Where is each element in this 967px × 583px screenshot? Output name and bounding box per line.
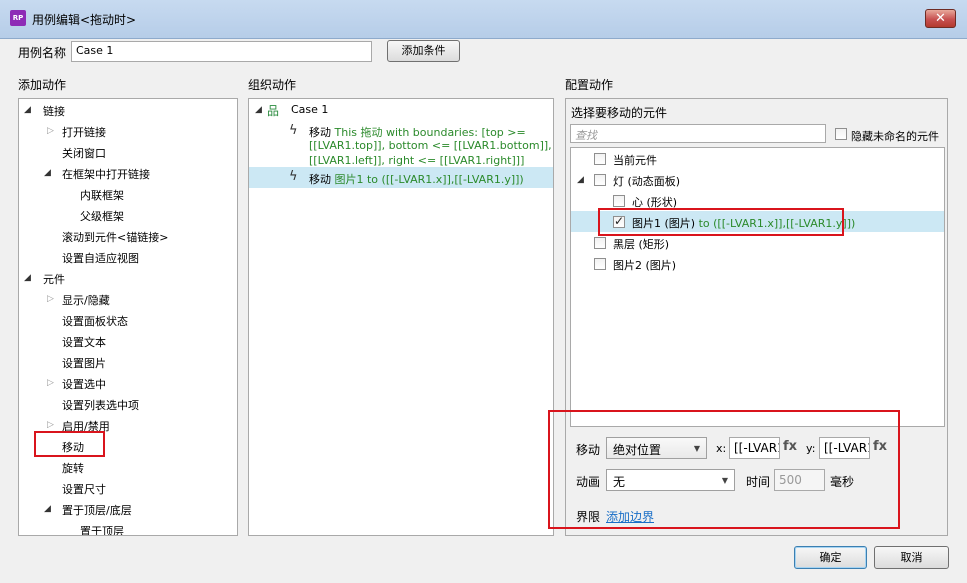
widget-black-layer[interactable]: 黑层 (矩形) [613, 236, 669, 252]
current-widget-checkbox[interactable] [594, 153, 606, 165]
collapse-arrow-icon[interactable]: ◢ [577, 175, 584, 185]
lightning-icon: ϟ [289, 169, 298, 184]
organize-action-heading: 组织动作 [248, 78, 297, 92]
highlight-image1-row [598, 208, 844, 236]
image2-checkbox[interactable] [594, 258, 606, 270]
organize-action-panel: ◢ 品 Case 1 ϟ 移动 This 拖动 with boundaries:… [248, 98, 554, 536]
configure-action-heading: 配置动作 [565, 78, 614, 92]
light-checkbox[interactable] [594, 174, 606, 186]
tree-item-panel-state[interactable]: 设置面板状态 [62, 313, 128, 329]
widget-current[interactable]: 当前元件 [613, 152, 657, 168]
tree-item-rotate[interactable]: 旋转 [62, 460, 84, 476]
tree-item-scroll-to[interactable]: 滚动到元件<锚链接> [62, 229, 168, 245]
select-widget-label: 选择要移动的元件 [571, 106, 668, 120]
hide-unnamed-checkbox[interactable] [835, 128, 847, 140]
action-detail: This 拖动 with boundaries: [top >= [334, 126, 526, 139]
add-action-tree: ◢ 链接 ▷ 打开链接 关闭窗口 ◢ 在框架中打开链接 内联框架 父级框架 滚动… [18, 98, 238, 536]
tree-item-set-size[interactable]: 设置尺寸 [62, 481, 106, 497]
collapse-arrow-icon[interactable]: ◢ [24, 273, 31, 283]
tree-item-close-window[interactable]: 关闭窗口 [62, 145, 106, 161]
tree-item-show-hide[interactable]: 显示/隐藏 [62, 292, 110, 308]
tree-item-set-text[interactable]: 设置文本 [62, 334, 106, 350]
collapse-arrow-icon[interactable]: ◢ [24, 105, 31, 115]
expand-arrow-icon[interactable]: ▷ [47, 420, 54, 430]
action-move-boundaries-line1[interactable]: 移动 This 拖动 with boundaries: [top >= [309, 124, 526, 140]
window-title: 用例编辑<拖动时> [32, 13, 137, 27]
action-move-image1[interactable]: 移动 图片1 to ([[-LVAR1.x]],[[-LVAR1.y]]) [309, 171, 524, 187]
tree-item-set-image[interactable]: 设置图片 [62, 355, 106, 371]
expand-arrow-icon[interactable]: ▷ [47, 378, 54, 388]
case-tree-icon: 品 [267, 104, 280, 118]
expand-arrow-icon[interactable]: ▷ [47, 294, 54, 304]
ok-button[interactable]: 确定 [794, 546, 867, 569]
add-condition-button[interactable]: 添加条件 [387, 40, 460, 62]
tree-group-link[interactable]: 链接 [43, 103, 65, 119]
tree-item-parent-frame[interactable]: 父级框架 [80, 208, 124, 224]
tree-item-bring-front-back[interactable]: 置于顶层/底层 [62, 502, 132, 518]
tree-item-open-link[interactable]: 打开链接 [62, 124, 106, 140]
collapse-arrow-icon[interactable]: ◢ [44, 168, 51, 178]
widget-light[interactable]: 灯 (动态面板) [613, 173, 680, 189]
expand-arrow-icon[interactable]: ▷ [47, 126, 54, 136]
search-input[interactable]: 查找 [570, 124, 826, 143]
hide-unnamed-label: 隐藏未命名的元件 [851, 130, 939, 143]
action-prefix: 移动 [309, 126, 331, 139]
widget-image2[interactable]: 图片2 (图片) [613, 257, 676, 273]
axure-app-icon: RP [10, 10, 26, 26]
case-name-label: 用例名称 [18, 46, 67, 60]
tree-item-inline-frame[interactable]: 内联框架 [80, 187, 124, 203]
collapse-arrow-icon[interactable]: ◢ [255, 105, 262, 115]
collapse-arrow-icon[interactable]: ◢ [44, 504, 51, 514]
add-action-heading: 添加动作 [18, 78, 67, 92]
cancel-button[interactable]: 取消 [874, 546, 949, 569]
widget-list: 当前元件 ◢ 灯 (动态面板) 心 (形状) 图片1 (图片) to ([[-L… [570, 147, 945, 427]
action-detail: 图片1 to ([[-LVAR1.x]],[[-LVAR1.y]]) [334, 173, 524, 186]
tree-item-bring-front[interactable]: 置于顶层 [80, 523, 124, 535]
tree-item-open-in-frame[interactable]: 在框架中打开链接 [62, 166, 150, 182]
action-prefix: 移动 [309, 173, 331, 186]
action-move-boundaries-line2[interactable]: [[LVAR1.top]], bottom <= [[LVAR1.bottom]… [309, 139, 553, 152]
heart-checkbox[interactable] [613, 195, 625, 207]
highlight-move-settings [548, 410, 900, 529]
lightning-icon: ϟ [289, 123, 298, 138]
tree-item-adaptive-view[interactable]: 设置自适应视图 [62, 250, 139, 266]
case-name-input[interactable]: Case 1 [71, 41, 372, 62]
tree-group-widgets[interactable]: 元件 [43, 271, 65, 287]
tree-item-list-selected[interactable]: 设置列表选中项 [62, 397, 139, 413]
highlight-move-item [34, 431, 105, 457]
black-layer-checkbox[interactable] [594, 237, 606, 249]
tree-item-set-selected[interactable]: 设置选中 [62, 376, 106, 392]
case-label[interactable]: Case 1 [291, 103, 328, 116]
close-button[interactable]: ✕ [925, 9, 956, 28]
title-bar: RP 用例编辑<拖动时> ✕ [0, 0, 967, 39]
action-move-boundaries-line3[interactable]: [[LVAR1.left]], right <= [[LVAR1.right]]… [309, 154, 524, 167]
